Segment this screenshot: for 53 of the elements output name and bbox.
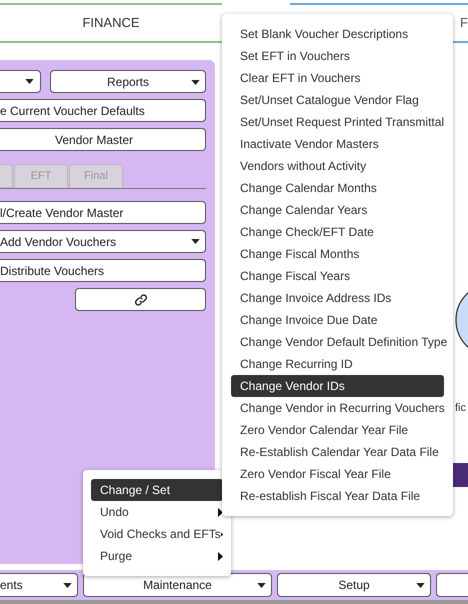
panel-button[interactable]: Vendor Master xyxy=(0,128,206,151)
menu-item[interactable]: Change / Set xyxy=(91,479,223,501)
caret-icon xyxy=(191,80,200,85)
panel-button[interactable]: Distribute Vouchers xyxy=(0,259,206,282)
menu-item[interactable]: Change Calendar Years xyxy=(231,199,444,221)
link-icon xyxy=(134,292,148,306)
menu-item[interactable]: Change Fiscal Months xyxy=(231,243,444,265)
menu-item[interactable]: Set Blank Voucher Descriptions xyxy=(231,23,444,45)
menu-dropdown[interactable]: Maintenance xyxy=(83,573,272,597)
menu-item[interactable]: Inactivate Vendor Masters xyxy=(231,133,444,155)
menu-item[interactable]: Change Invoice Address IDs xyxy=(231,287,444,309)
caret-icon xyxy=(25,79,34,84)
menu-item[interactable]: Set/Unset Request Printed Transmittal xyxy=(231,111,444,133)
menu-dropdown[interactable]: ents xyxy=(0,573,78,597)
caret-icon xyxy=(257,583,266,588)
dropdown-button[interactable] xyxy=(0,70,41,93)
menu-item[interactable]: Change Fiscal Years xyxy=(231,265,444,287)
submenu-arrow-icon xyxy=(218,508,223,516)
caption-text: fic xyxy=(455,401,466,416)
menu-item-label: Undo xyxy=(100,504,129,521)
menu-item[interactable]: Zero Vendor Fiscal Year File xyxy=(231,463,444,485)
panel-button[interactable]: e Current Voucher Defaults xyxy=(0,99,206,122)
menu-item[interactable]: Clear EFT in Vouchers xyxy=(231,67,444,89)
caret-icon xyxy=(63,583,72,588)
reports-dropdown[interactable]: Reports xyxy=(50,70,206,93)
menu-dropdown[interactable]: Setup xyxy=(277,573,431,597)
caret-icon xyxy=(416,583,425,588)
menu-item[interactable]: Change Invoice Due Date xyxy=(231,309,444,331)
finance-tab[interactable]: FINANCE xyxy=(0,3,222,43)
menu-item[interactable]: Purge xyxy=(91,545,223,567)
vouchers-dropdown[interactable]: Add Vendor Vouchers xyxy=(0,230,206,253)
menu-item[interactable]: Re-Establish Calendar Year Data File xyxy=(231,441,444,463)
menu-item[interactable]: Change Recurring ID xyxy=(231,353,444,375)
menu-item[interactable]: Change Calendar Months xyxy=(231,177,444,199)
menu-item[interactable]: Change Vendor IDs xyxy=(231,375,444,397)
menu-item[interactable]: Re-establish Fiscal Year Data File xyxy=(231,485,444,507)
menu-item[interactable]: Vendors without Activity xyxy=(231,155,444,177)
menu-item-label: Change / Set xyxy=(100,482,170,499)
menu-item[interactable]: Zero Vendor Calendar Year File xyxy=(231,419,444,441)
menu-item[interactable]: Undo xyxy=(91,501,223,523)
menu-item[interactable]: Change Check/EFT Date xyxy=(231,221,444,243)
submenu-arrow-icon xyxy=(218,552,223,560)
link-button[interactable] xyxy=(75,288,206,311)
menu-item-label: Void Checks and EFTs xyxy=(100,526,221,543)
caret-icon xyxy=(191,239,200,244)
panel-button[interactable]: l/Create Vendor Master xyxy=(0,201,206,224)
menu-item[interactable]: Change Vendor in Recurring Vouchers xyxy=(231,397,444,419)
submenu-arrow-icon xyxy=(220,530,223,538)
menu-item[interactable]: Set/Unset Catalogue Vendor Flag xyxy=(231,89,444,111)
menu-item-label: Purge xyxy=(100,548,132,565)
menu-item[interactable]: Set EFT in Vouchers xyxy=(231,45,444,67)
menu-dropdown[interactable] xyxy=(436,573,468,597)
menu-item[interactable]: Void Checks and EFTs xyxy=(91,523,223,545)
